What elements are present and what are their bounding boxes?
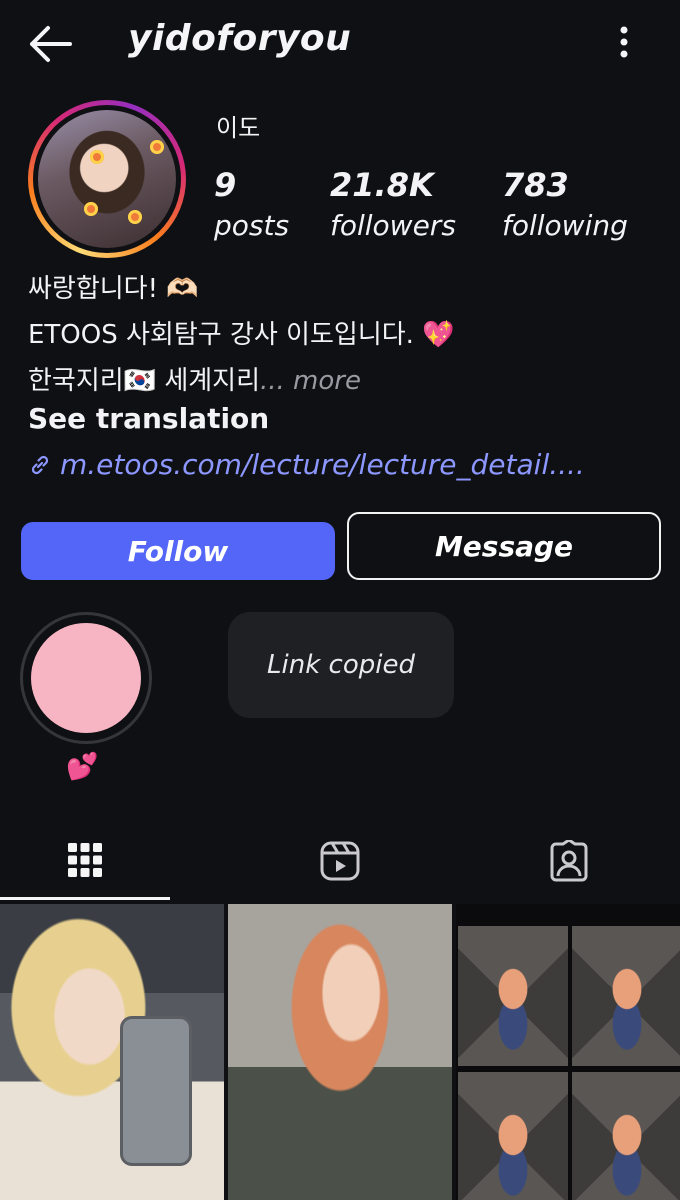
bio-more-link[interactable]: ... more — [260, 366, 361, 396]
tab-reels[interactable] — [255, 822, 425, 900]
stat-followers[interactable]: 21.8K followers — [330, 166, 456, 248]
tagged-icon — [550, 840, 588, 882]
collage-photo — [572, 1072, 680, 1200]
link-copied-toast: Link copied — [228, 612, 454, 718]
tab-posts-grid[interactable] — [0, 822, 170, 900]
highlight-title: 💕 — [66, 752, 99, 782]
flower-sticker-icon — [128, 210, 142, 224]
post-thumbnail[interactable] — [0, 904, 224, 1200]
story-highlight[interactable] — [20, 612, 152, 744]
collage-photo — [458, 1072, 568, 1200]
follow-button[interactable]: Follow — [21, 522, 335, 580]
flower-sticker-icon — [150, 140, 164, 154]
posts-count: 9 — [214, 166, 237, 204]
stat-following[interactable]: 783 following — [502, 166, 628, 248]
following-label: following — [502, 209, 628, 242]
top-bar: yidoforyou — [0, 0, 680, 88]
followers-label: followers — [330, 209, 456, 242]
grid-icon — [68, 842, 102, 877]
post-thumbnail[interactable] — [456, 904, 680, 1200]
collage-photo — [458, 926, 568, 1066]
profile-website-link[interactable]: m.etoos.com/lecture/lecture_detail.... — [28, 448, 585, 484]
bio-line: ETOOS 사회탐구 강사 이도입니다. 💖 — [28, 320, 455, 350]
more-vertical-icon[interactable] — [606, 22, 642, 62]
bio-line: 싸랑합니다! 🫶🏻 — [28, 274, 199, 304]
see-translation-link[interactable]: See translation — [28, 402, 269, 435]
display-name: 이도 — [216, 114, 261, 142]
collage-photo — [572, 926, 680, 1066]
highlight-cover — [31, 623, 141, 733]
profile-username: yidoforyou — [128, 18, 352, 59]
link-icon — [28, 451, 54, 484]
profile-tabs — [0, 822, 680, 900]
profile-avatar-story-ring[interactable] — [28, 100, 186, 258]
website-url: m.etoos.com/lecture/lecture_detail.... — [60, 448, 585, 481]
reels-icon — [320, 841, 360, 881]
profile-bio: 싸랑합니다! 🫶🏻 ETOOS 사회탐구 강사 이도입니다. 💖 한국지리🇰🇷 … — [28, 266, 658, 404]
followers-count: 21.8K — [330, 166, 434, 204]
post-thumbnail[interactable] — [228, 904, 452, 1200]
posts-label: posts — [214, 209, 290, 242]
following-count: 783 — [502, 166, 569, 204]
flower-sticker-icon — [90, 150, 104, 164]
tab-tagged[interactable] — [484, 822, 654, 900]
posts-grid — [0, 904, 680, 1200]
flower-sticker-icon — [84, 202, 98, 216]
stat-posts[interactable]: 9 posts — [214, 166, 289, 248]
back-arrow-icon[interactable] — [22, 22, 78, 66]
message-button[interactable]: Message — [347, 512, 661, 580]
bio-line: 한국지리🇰🇷 세계지리... more — [28, 366, 361, 396]
avatar — [38, 110, 176, 248]
phone-in-photo — [120, 1016, 192, 1166]
